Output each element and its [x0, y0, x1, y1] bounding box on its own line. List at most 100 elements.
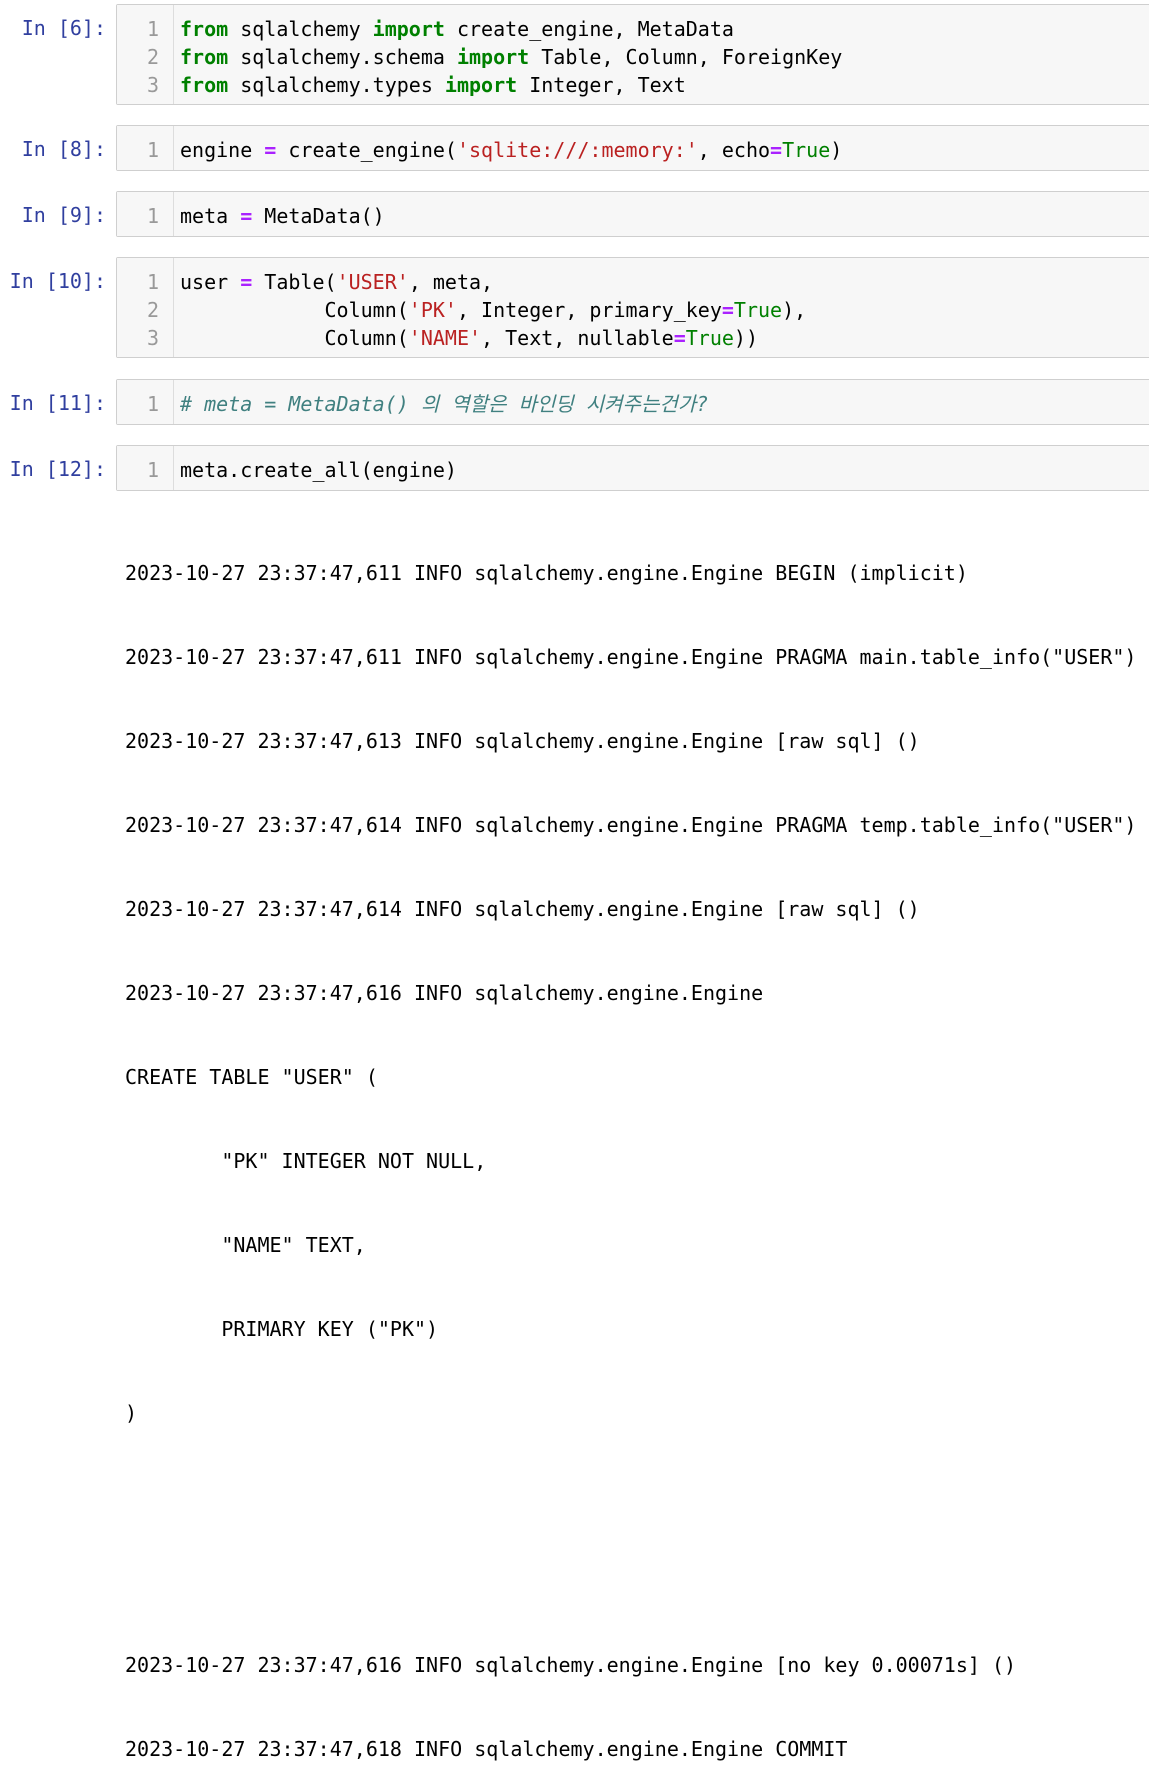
code-token: sqlalchemy.schema — [228, 45, 457, 69]
output-line: 2023-10-27 23:37:47,611 INFO sqlalchemy.… — [125, 561, 968, 585]
code-cell-8[interactable]: In [8]: 1 engine = create_engine('sqlite… — [0, 125, 1149, 171]
code-token: , meta, — [408, 270, 494, 294]
line-number-gutter: 1 — [117, 446, 174, 490]
line-number: 1 — [146, 17, 159, 41]
keyword-token: from — [180, 45, 229, 69]
code-token: ), — [782, 298, 807, 322]
code-line: from sqlalchemy.schema import Table, Col… — [180, 43, 842, 71]
code-token: engine — [180, 138, 265, 162]
code-cell-9[interactable]: In [9]: 1 meta = MetaData() — [0, 191, 1149, 237]
line-number: 1 — [146, 138, 159, 162]
operator-token: = — [240, 204, 253, 228]
code-editor[interactable]: 1 2 3 from sqlalchemy import create_engi… — [116, 4, 1149, 105]
output-line: 2023-10-27 23:37:47,616 INFO sqlalchemy.… — [125, 981, 764, 1005]
code-line: # meta = MetaData() 의 역할은 바인딩 시켜주는건가? — [180, 390, 708, 418]
output-line: 2023-10-27 23:37:47,614 INFO sqlalchemy.… — [125, 897, 920, 921]
code-line: from sqlalchemy import create_engine, Me… — [180, 15, 734, 43]
code-editor[interactable]: 1 meta = MetaData() — [116, 191, 1149, 237]
line-number: 1 — [146, 392, 159, 416]
code-editor[interactable]: 1 # meta = MetaData() 의 역할은 바인딩 시켜주는건가? — [116, 379, 1149, 425]
code-cell-10[interactable]: In [10]: 1 2 3 user = Table('USER', meta… — [0, 257, 1149, 358]
input-prompt: In [8]: — [21, 137, 106, 161]
output-line: 2023-10-27 23:37:47,613 INFO sqlalchemy.… — [125, 729, 920, 753]
code-token: user — [180, 270, 241, 294]
code-token: Column( — [180, 326, 409, 350]
keyword-token: from — [180, 17, 229, 41]
output-line: CREATE TABLE "USER" ( — [125, 1065, 378, 1089]
output-line: 2023-10-27 23:37:47,616 INFO sqlalchemy.… — [125, 1653, 1017, 1677]
code-token: )) — [733, 326, 758, 350]
output-line: 2023-10-27 23:37:47,611 INFO sqlalchemy.… — [125, 645, 1137, 669]
string-token: 'NAME' — [408, 326, 482, 350]
code-token: Column( — [180, 298, 409, 322]
code-line: from sqlalchemy.types import Integer, Te… — [180, 71, 686, 99]
code-line: meta.create_all(engine) — [180, 456, 457, 484]
constant-token: True — [733, 298, 783, 322]
constant-token: True — [782, 138, 831, 162]
code-token: , Integer, primary_key — [456, 298, 722, 322]
code-token: meta — [180, 204, 241, 228]
input-prompt: In [6]: — [21, 16, 106, 40]
output-line: "PK" INTEGER NOT NULL, — [125, 1149, 487, 1173]
keyword-token: import — [372, 17, 445, 41]
code-line: Column('NAME', Text, nullable=True)) — [180, 324, 758, 352]
cell-output: 2023-10-27 23:37:47,611 INFO sqlalchemy.… — [125, 503, 1145, 1791]
code-token: Table, Column, ForeignKey — [529, 45, 843, 69]
code-token: sqlalchemy.types — [228, 73, 445, 97]
operator-token: = — [264, 138, 277, 162]
code-token: , echo — [697, 138, 771, 162]
code-line: meta = MetaData() — [180, 202, 385, 230]
code-line: user = Table('USER', meta, — [180, 268, 493, 296]
code-line: engine = create_engine('sqlite:///:memor… — [180, 136, 842, 164]
keyword-token: import — [444, 73, 518, 97]
code-cell-6[interactable]: In [6]: 1 2 3 from sqlalchemy import cre… — [0, 4, 1149, 105]
constant-token: True — [685, 326, 734, 350]
output-line: PRIMARY KEY ("PK") — [125, 1317, 439, 1341]
code-token: , Text, nullable — [481, 326, 674, 350]
input-prompt: In [12]: — [9, 457, 106, 481]
code-token: sqlalchemy — [228, 17, 373, 41]
keyword-token: from — [180, 73, 229, 97]
output-line: ) — [125, 1401, 138, 1425]
operator-token: = — [721, 298, 734, 322]
code-editor[interactable]: 1 meta.create_all(engine) — [116, 445, 1149, 491]
code-token: Table( — [252, 270, 337, 294]
input-prompt: In [9]: — [21, 203, 106, 227]
code-token: MetaData() — [252, 204, 385, 228]
output-line: 2023-10-27 23:37:47,618 INFO sqlalchemy.… — [125, 1737, 848, 1761]
line-number: 1 — [146, 458, 159, 482]
line-number-gutter: 1 — [117, 192, 174, 236]
code-cell-12[interactable]: In [12]: 1 meta.create_all(engine) — [0, 445, 1149, 491]
code-token: Integer, Text — [517, 73, 686, 97]
string-token: 'sqlite:///:memory:' — [456, 138, 698, 162]
input-prompt: In [10]: — [9, 269, 106, 293]
operator-token: = — [240, 270, 253, 294]
code-editor[interactable]: 1 engine = create_engine('sqlite:///:mem… — [116, 125, 1149, 171]
code-token: create_engine, MetaData — [444, 17, 734, 41]
line-number: 2 — [146, 45, 159, 69]
line-number: 2 — [146, 298, 159, 322]
code-token: create_engine( — [276, 138, 457, 162]
keyword-token: import — [456, 45, 530, 69]
line-number: 1 — [146, 204, 159, 228]
line-number: 3 — [146, 73, 159, 97]
comment-token: # meta = MetaData() 의 역할은 바인딩 시켜주는건가? — [180, 392, 709, 416]
line-number: 1 — [146, 270, 159, 294]
line-number-gutter: 1 — [117, 126, 174, 170]
code-line: Column('PK', Integer, primary_key=True), — [180, 296, 806, 324]
output-line: 2023-10-27 23:37:47,614 INFO sqlalchemy.… — [125, 813, 1137, 837]
code-editor[interactable]: 1 2 3 user = Table('USER', meta, Column(… — [116, 257, 1149, 358]
string-token: 'PK' — [408, 298, 457, 322]
string-token: 'USER' — [336, 270, 409, 294]
input-prompt: In [11]: — [9, 391, 106, 415]
code-token: ) — [830, 138, 843, 162]
code-cell-11[interactable]: In [11]: 1 # meta = MetaData() 의 역할은 바인딩… — [0, 379, 1149, 425]
line-number: 3 — [146, 326, 159, 350]
line-number-gutter: 1 — [117, 380, 174, 424]
code-token: meta.create_all(engine) — [180, 458, 457, 482]
operator-token: = — [673, 326, 686, 350]
line-number-gutter: 1 2 3 — [117, 5, 174, 104]
operator-token: = — [770, 138, 783, 162]
